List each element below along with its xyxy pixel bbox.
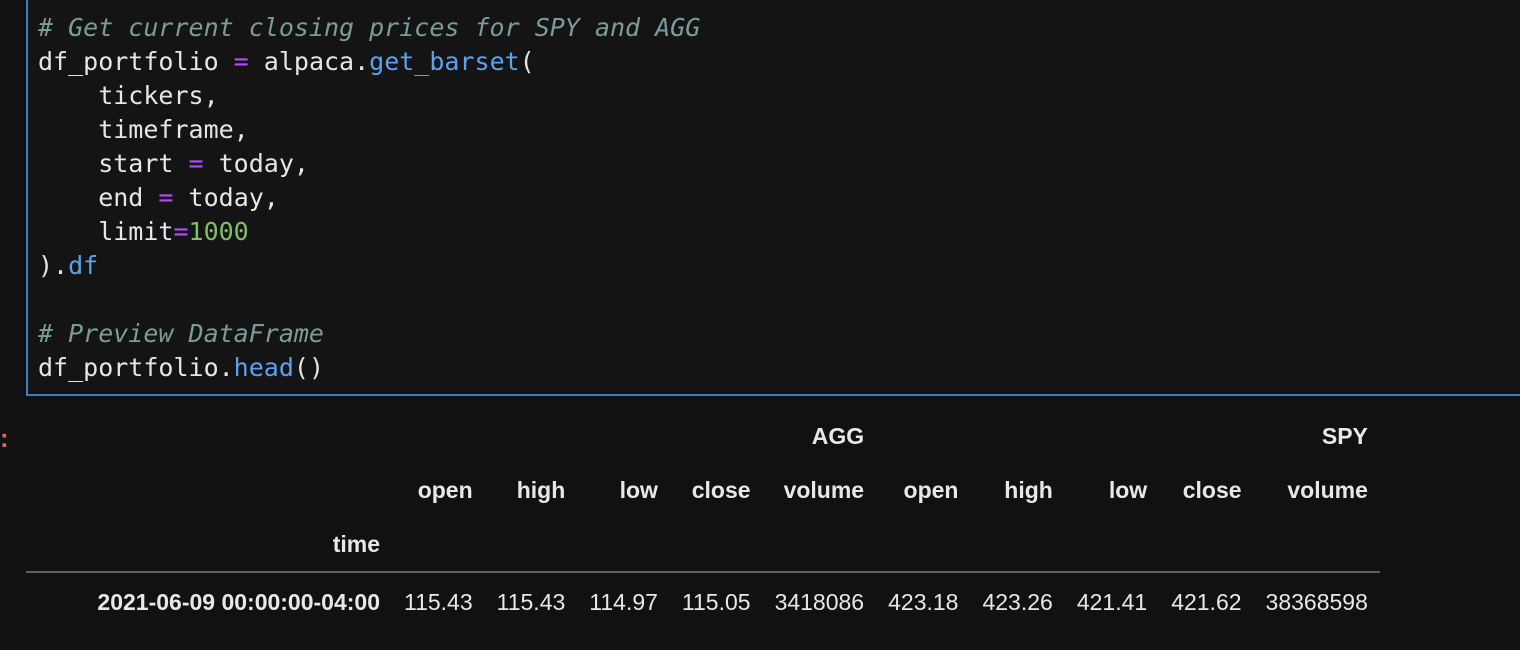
ticker-group-header: SPY xyxy=(1321,422,1368,449)
output-area: AGG SPY open high low close volume open high low… xyxy=(26,405,1466,631)
column-header: volume xyxy=(783,476,865,503)
code-token: today, xyxy=(173,183,279,212)
header-empty-cell xyxy=(1253,517,1380,573)
code-token: alpaca. xyxy=(248,47,370,76)
code-line: end = today, xyxy=(38,181,700,215)
code-token: df_portfolio xyxy=(38,47,234,76)
code-token: limit xyxy=(38,217,174,246)
column-header: low xyxy=(1108,476,1148,503)
code-token: # Get current closing prices for SPY and… xyxy=(38,13,701,42)
column-header: high xyxy=(1004,476,1053,503)
code-token: ). xyxy=(38,251,69,280)
header-empty-cell xyxy=(577,517,670,573)
code-line: df_portfolio.head() xyxy=(38,351,700,385)
code-token: df_portfolio. xyxy=(38,353,234,382)
code-token: get_barset xyxy=(369,47,520,76)
column-header: volume xyxy=(1287,476,1368,503)
code-editor[interactable]: # Get current closing prices for SPY and… xyxy=(38,11,700,385)
header-corner xyxy=(26,405,392,463)
code-line: tickers, xyxy=(38,79,700,113)
code-line: df_portfolio = alpaca.get_barset( xyxy=(38,45,700,79)
table-body: 2021-06-09 00:00:00-04:00 115.43 115.43 114… xyxy=(26,572,1380,631)
code-token: = xyxy=(233,47,249,76)
table-cell: 115.43 xyxy=(496,588,566,615)
code-token: head xyxy=(233,353,294,382)
dataframe-table: AGG SPY open high low close volume open high low… xyxy=(26,405,1380,631)
header-corner xyxy=(26,463,392,517)
table-cell: 423.18 xyxy=(888,588,959,615)
code-line: # Get current closing prices for SPY and… xyxy=(38,11,700,45)
header-row-index-name: time xyxy=(26,517,1380,573)
column-header: low xyxy=(619,476,658,503)
header-empty-cell xyxy=(1159,517,1254,573)
code-token: = xyxy=(158,183,174,212)
header-empty-cell xyxy=(392,517,485,573)
index-name: time xyxy=(26,517,392,573)
table-cell: 38368598 xyxy=(1265,588,1368,615)
column-header: close xyxy=(1182,476,1242,503)
code-line: limit=1000 xyxy=(38,215,700,249)
code-token: ( xyxy=(519,47,535,76)
code-cell[interactable]: # Get current closing prices for SPY and… xyxy=(26,0,1520,396)
table-row: 2021-06-09 00:00:00-04:00 115.43 115.43 114… xyxy=(26,572,1380,631)
table-cell: 115.43 xyxy=(404,588,473,615)
header-empty-cell xyxy=(762,517,877,573)
code-token: 1000 xyxy=(188,217,249,246)
column-header: open xyxy=(417,476,473,503)
table-cell: 114.97 xyxy=(589,588,658,615)
code-token: end xyxy=(38,183,159,212)
header-empty-cell xyxy=(876,517,971,573)
ticker-group-header: AGG xyxy=(811,422,865,449)
code-token: today, xyxy=(203,149,309,178)
table-cell: 423.26 xyxy=(982,588,1053,615)
column-header: high xyxy=(516,476,566,503)
header-empty-cell xyxy=(970,517,1065,573)
code-token: tickers, xyxy=(38,81,219,110)
table-cell: 3418086 xyxy=(774,588,865,615)
header-empty-cell xyxy=(484,517,578,573)
code-token: () xyxy=(293,353,324,382)
row-index: 2021-06-09 00:00:00-04:00 xyxy=(97,588,380,615)
code-token: = xyxy=(188,149,204,178)
table-cell: 115.05 xyxy=(681,588,751,615)
code-token: timeframe, xyxy=(38,115,249,144)
code-token: start xyxy=(38,149,189,178)
column-header: open xyxy=(903,476,959,503)
code-line: ).df xyxy=(38,249,700,283)
column-header: close xyxy=(691,476,751,503)
code-token: df xyxy=(68,251,99,280)
header-row-tickers: AGG SPY xyxy=(26,405,1380,463)
code-token: # Preview DataFrame xyxy=(38,319,324,348)
table-cell: 421.62 xyxy=(1171,588,1242,615)
table-cell: 421.41 xyxy=(1076,588,1148,615)
code-line: start = today, xyxy=(38,147,700,181)
output-prompt-marker: : xyxy=(0,423,9,453)
header-empty-cell xyxy=(1064,517,1160,573)
header-empty-cell xyxy=(669,517,763,573)
code-line: # Preview DataFrame xyxy=(38,317,700,351)
code-token: = xyxy=(173,217,189,246)
header-row-fields: open high low close volume open high low close vo… xyxy=(26,463,1380,517)
code-line: timeframe, xyxy=(38,113,700,147)
